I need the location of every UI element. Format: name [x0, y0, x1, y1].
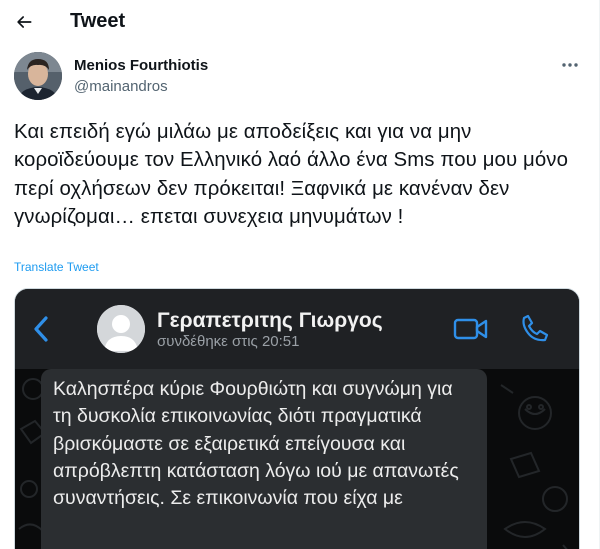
- contact-name: Γεραπετριτης Γιωργος: [157, 309, 383, 332]
- translate-tweet-link[interactable]: Translate Tweet: [14, 260, 99, 274]
- author-avatar[interactable]: [14, 52, 62, 100]
- contact-status: συνδέθηκε στις 20:51: [157, 333, 300, 350]
- chat-header: Γεραπετριτης Γιωργος συνδέθηκε στις 20:5…: [15, 289, 579, 369]
- phone-call-icon: [522, 314, 549, 342]
- top-bar: Tweet: [0, 0, 599, 44]
- author-handle[interactable]: @mainandros: [74, 78, 168, 95]
- tweet-media-image[interactable]: Γεραπετριτης Γιωργος συνδέθηκε στις 20:5…: [14, 288, 580, 549]
- back-button[interactable]: [8, 6, 40, 38]
- default-avatar-icon: [97, 305, 145, 353]
- chevron-left-icon: [34, 316, 48, 342]
- message-bubble: Καλησπέρα κύριε Φουρθιώτη και συγνώμη γι…: [41, 369, 487, 549]
- contact-avatar: [97, 305, 145, 353]
- tweet-text: Και επειδή εγώ μιλάω με αποδείξεις και γ…: [14, 121, 569, 228]
- profile-photo: [14, 52, 62, 100]
- message-text: Καλησπέρα κύριε Φουρθιώτη και συγνώμη γι…: [53, 378, 459, 510]
- tweet-page: Tweet Menios Fourthiotis @mainandros Και…: [0, 0, 600, 549]
- chat-area: Καλησπέρα κύριε Φουρθιώτη και συγνώμη γι…: [15, 369, 579, 549]
- author-name[interactable]: Menios Fourthiotis: [74, 57, 208, 74]
- video-call-icon: [453, 318, 488, 340]
- arrow-left-icon: [17, 16, 32, 28]
- more-horizontal-icon: [562, 63, 578, 67]
- more-options-button[interactable]: [556, 54, 584, 76]
- page-title: Tweet: [70, 10, 126, 32]
